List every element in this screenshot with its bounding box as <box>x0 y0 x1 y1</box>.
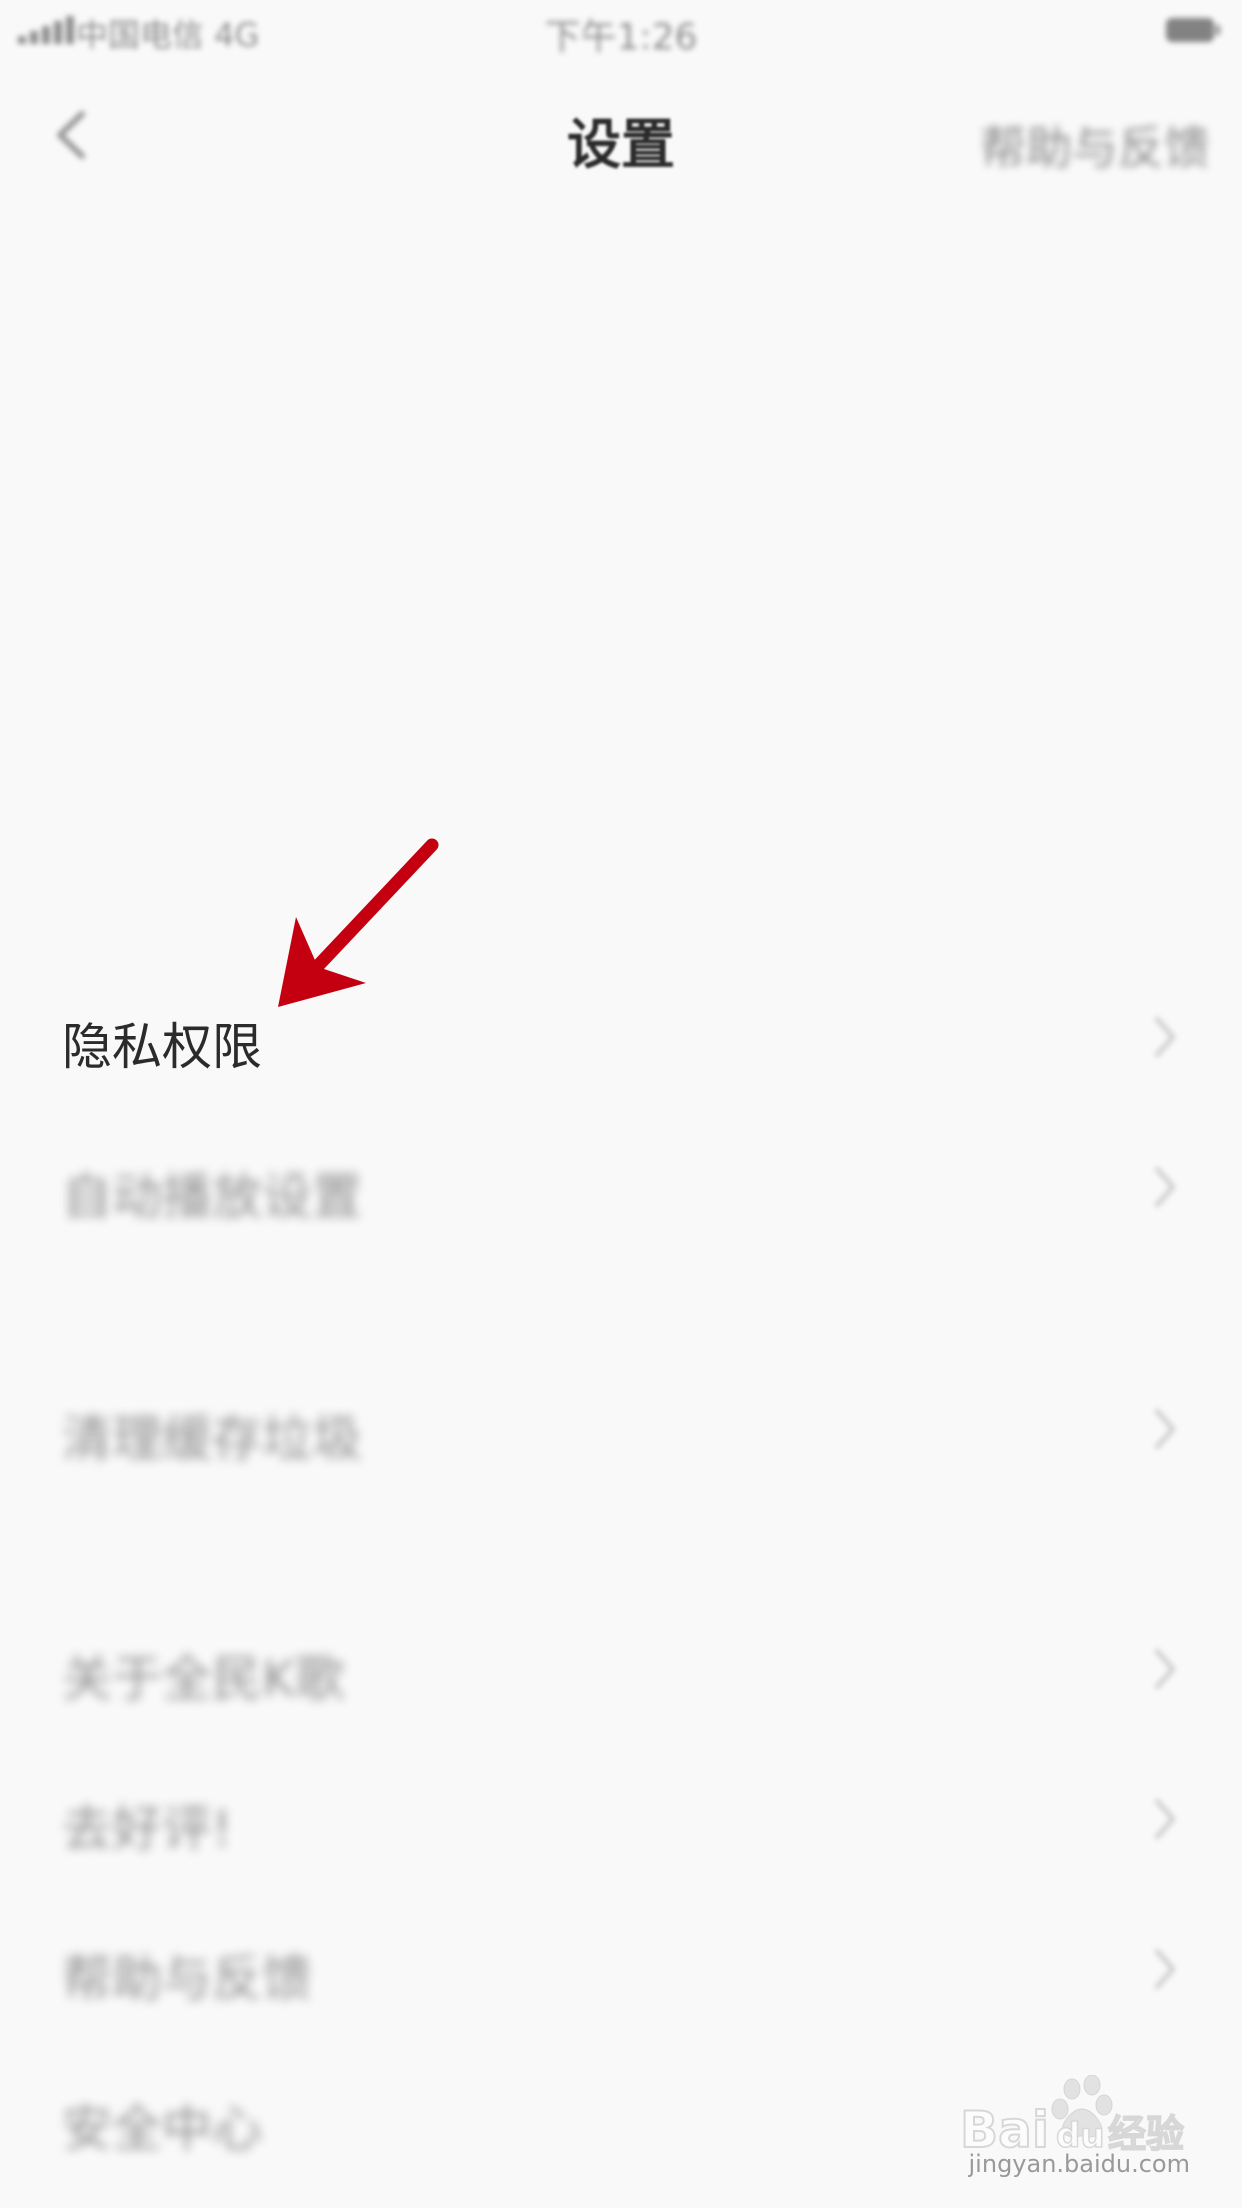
chevron-right-icon <box>1155 1799 1175 1839</box>
annotation-arrow-icon <box>278 838 439 1007</box>
row-label: 安全中心 <box>62 2100 262 2158</box>
help-feedback-link[interactable]: 帮助与反馈 <box>980 112 1210 178</box>
chevron-right-icon <box>1155 1949 1175 1989</box>
row-label: 自动播放设置 <box>62 1168 362 1226</box>
settings-row-autoplay[interactable]: 自动播放设置 <box>0 1113 1242 1263</box>
row-label: 清理缓存垃圾 <box>62 1410 362 1468</box>
settings-row-help[interactable]: 帮助与反馈 <box>0 1895 1242 2045</box>
settings-row-clear-cache[interactable]: 清理缓存垃圾 <box>0 1355 1242 1505</box>
chevron-right-icon <box>1155 1649 1175 1689</box>
settings-screen: 中国电信 4G 下午1:26 设置 帮助与反馈 隐私权限 自动播放设置 清理缓存… <box>0 0 1242 2208</box>
settings-row-about[interactable]: 关于全民K歌 <box>0 1595 1242 1745</box>
status-time: 下午1:26 <box>544 17 698 58</box>
row-label: 隐私权限 <box>62 1018 262 1076</box>
watermark-url: jingyan.baidu.com <box>968 2150 1190 2178</box>
row-label: 去好评! <box>62 1800 233 1858</box>
battery-icon <box>1166 18 1220 42</box>
row-label: 关于全民K歌 <box>62 1650 345 1708</box>
settings-row-privacy[interactable]: 隐私权限 <box>0 963 1242 1113</box>
row-label: 帮助与反馈 <box>62 1950 312 2008</box>
chevron-right-icon <box>1155 1017 1175 1057</box>
nav-bar: 设置 帮助与反馈 <box>0 62 1242 212</box>
status-bar: 中国电信 4G 下午1:26 <box>0 0 1242 62</box>
chevron-right-icon <box>1155 1167 1175 1207</box>
settings-row-rate[interactable]: 去好评! <box>0 1745 1242 1895</box>
chevron-right-icon <box>1155 1409 1175 1449</box>
